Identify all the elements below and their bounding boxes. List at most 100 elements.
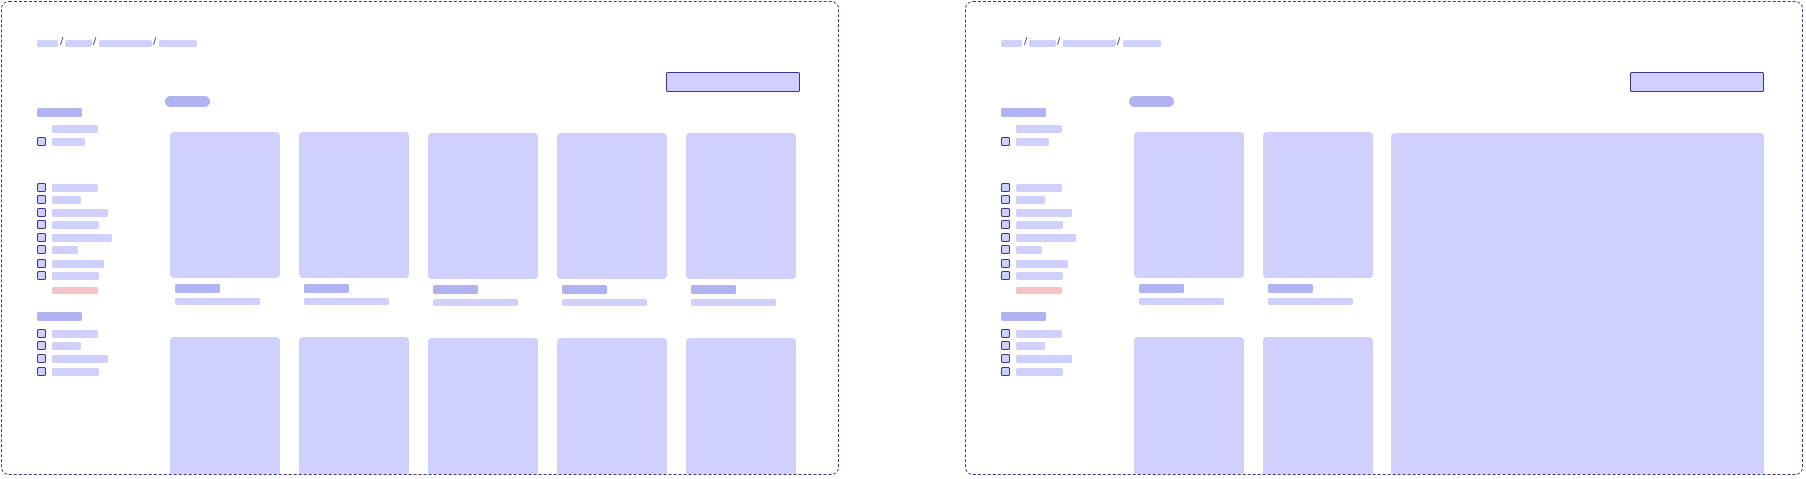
wireframe-right: / / / [965, 1, 1803, 475]
product-card-image[interactable] [170, 132, 280, 278]
filter-option-label [1016, 234, 1076, 242]
filter-checkbox[interactable] [37, 245, 46, 254]
filter-option-label [1016, 125, 1062, 133]
filter-option-label [1016, 272, 1063, 280]
filter-checkbox[interactable] [37, 259, 46, 268]
filter-checkbox[interactable] [37, 195, 46, 204]
product-card-image[interactable] [557, 133, 667, 279]
product-card-image[interactable] [1134, 132, 1244, 278]
filter-option-label [52, 355, 108, 363]
product-card-title[interactable] [691, 285, 736, 294]
product-card-image[interactable] [1263, 337, 1373, 474]
product-card-image[interactable] [299, 337, 409, 474]
filter-checkbox[interactable] [1001, 245, 1010, 254]
breadcrumb-separator: / [1024, 36, 1028, 47]
search-input[interactable] [666, 72, 800, 92]
product-card-image[interactable] [170, 337, 280, 474]
filter-checkbox[interactable] [1001, 137, 1010, 146]
filter-option-label [52, 209, 108, 217]
breadcrumb-segment[interactable] [37, 40, 58, 47]
product-card-image[interactable] [299, 132, 409, 278]
product-card-title[interactable] [1139, 284, 1184, 293]
breadcrumb-separator: / [93, 36, 97, 47]
filter-group-heading [37, 108, 82, 117]
filter-option-label [52, 221, 99, 229]
product-card-title[interactable] [1268, 284, 1313, 293]
filter-chip[interactable] [165, 96, 210, 107]
filter-checkbox[interactable] [37, 341, 46, 350]
filter-checkbox[interactable] [1001, 259, 1010, 268]
clear-filters-link[interactable] [52, 287, 98, 294]
breadcrumb-segment[interactable] [1001, 40, 1022, 47]
filter-option-label [52, 138, 85, 146]
filter-checkbox[interactable] [37, 208, 46, 217]
breadcrumb-separator: / [1057, 36, 1061, 47]
product-card-image[interactable] [557, 338, 667, 474]
filter-option-label [52, 196, 81, 204]
breadcrumb-segment[interactable] [65, 40, 92, 47]
filter-checkbox[interactable] [37, 137, 46, 146]
filter-checkbox[interactable] [37, 329, 46, 338]
breadcrumb-separator: / [153, 36, 157, 47]
filter-checkbox[interactable] [1001, 341, 1010, 350]
filter-checkbox[interactable] [37, 220, 46, 229]
search-input[interactable] [1630, 72, 1764, 92]
product-card-price [175, 298, 260, 305]
product-card-image[interactable] [686, 338, 796, 474]
wireframe-left: / / / [1, 1, 839, 475]
product-card-price [562, 299, 647, 306]
product-card-price [1139, 298, 1224, 305]
product-card-title[interactable] [175, 284, 220, 293]
filter-checkbox[interactable] [1001, 271, 1010, 280]
product-card-image[interactable] [428, 338, 538, 474]
filter-option-label [52, 342, 81, 350]
filter-option-label [52, 260, 104, 268]
filter-group-heading [1001, 108, 1046, 117]
filter-checkbox[interactable] [1001, 183, 1010, 192]
filter-checkbox[interactable] [1001, 220, 1010, 229]
filter-option-label [52, 272, 99, 280]
product-card-title[interactable] [433, 285, 478, 294]
filter-checkbox[interactable] [37, 271, 46, 280]
filter-checkbox[interactable] [1001, 329, 1010, 338]
filter-option-label [1016, 260, 1068, 268]
product-card-price [433, 299, 518, 306]
breadcrumb-separator: / [1117, 36, 1121, 47]
product-card-title[interactable] [562, 285, 607, 294]
filter-checkbox[interactable] [37, 183, 46, 192]
filter-checkbox[interactable] [37, 233, 46, 242]
filter-option-label [52, 184, 98, 192]
product-card-title[interactable] [304, 284, 349, 293]
filter-option-label [52, 330, 98, 338]
clear-filters-link[interactable] [1016, 287, 1062, 294]
product-card-image[interactable] [428, 133, 538, 279]
filter-group-heading [1001, 312, 1046, 321]
breadcrumb-separator: / [60, 36, 64, 47]
product-card-image[interactable] [686, 133, 796, 279]
filter-checkbox[interactable] [1001, 354, 1010, 363]
filter-checkbox[interactable] [37, 354, 46, 363]
breadcrumb-segment[interactable] [159, 40, 197, 47]
filter-checkbox[interactable] [1001, 208, 1010, 217]
filter-option-label [1016, 221, 1063, 229]
filter-chip[interactable] [1129, 96, 1174, 107]
filter-option-label [1016, 342, 1045, 350]
product-card-image[interactable] [1134, 337, 1244, 474]
product-card-price [304, 298, 389, 305]
filter-option-label [1016, 138, 1049, 146]
filter-option-label [52, 246, 78, 254]
filter-option-label [1016, 330, 1062, 338]
breadcrumb-segment[interactable] [1123, 40, 1161, 47]
filter-checkbox[interactable] [37, 367, 46, 376]
filter-checkbox[interactable] [1001, 195, 1010, 204]
breadcrumb-segment[interactable] [1063, 40, 1116, 47]
breadcrumb-segment[interactable] [99, 40, 152, 47]
product-card-image[interactable] [1263, 132, 1373, 278]
breadcrumb-segment[interactable] [1029, 40, 1056, 47]
filter-option-label [1016, 355, 1072, 363]
filter-checkbox[interactable] [1001, 367, 1010, 376]
product-detail-panel [1391, 133, 1764, 474]
product-card-price [1268, 298, 1353, 305]
filter-option-label [52, 368, 99, 376]
filter-checkbox[interactable] [1001, 233, 1010, 242]
